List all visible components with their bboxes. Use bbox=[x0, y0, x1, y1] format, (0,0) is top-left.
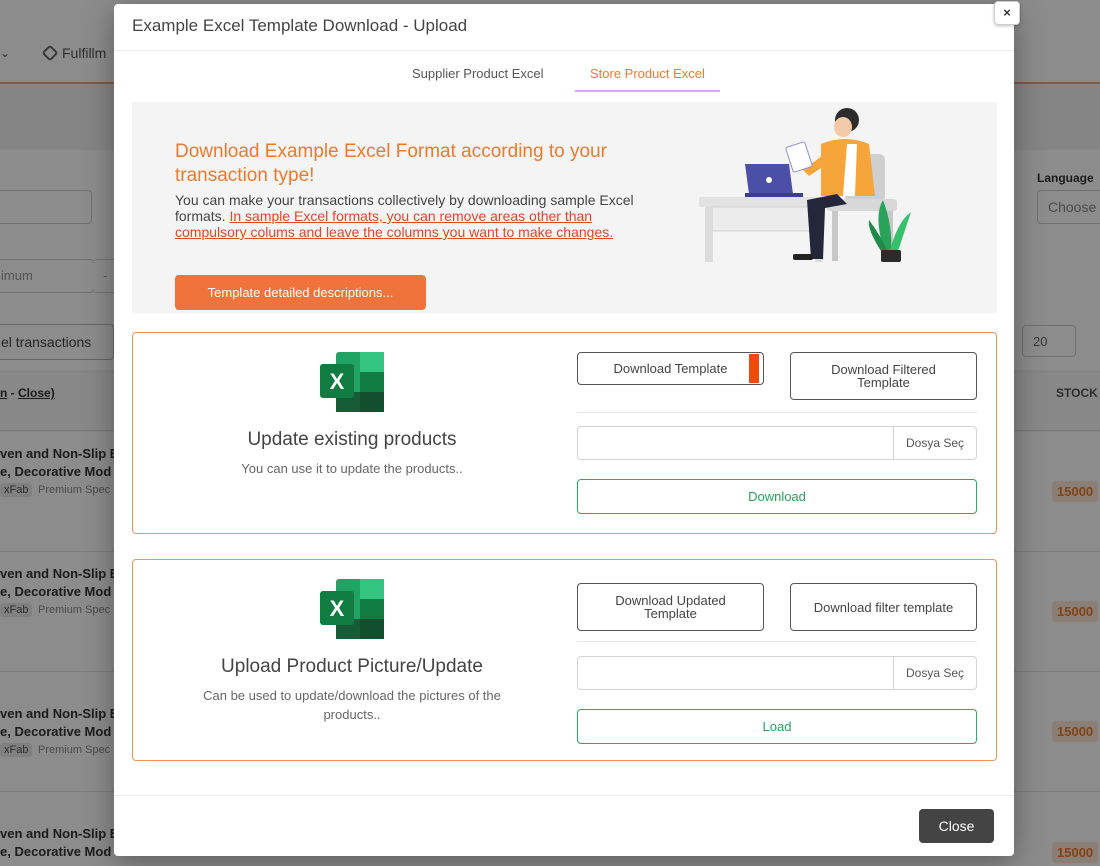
woman-at-desk-illustration bbox=[699, 108, 911, 262]
svg-text:X: X bbox=[330, 369, 345, 394]
banner-description: You can make your transactions collectiv… bbox=[175, 192, 635, 240]
divider bbox=[577, 641, 977, 642]
tab-bar: Supplier Product Excel Store Product Exc… bbox=[114, 64, 1014, 94]
info-banner: Download Example Excel Format according … bbox=[132, 102, 997, 313]
template-descriptions-button[interactable]: Template detailed descriptions... bbox=[175, 275, 426, 310]
load-button[interactable]: Load bbox=[577, 709, 977, 744]
divider bbox=[114, 795, 1014, 796]
file-input[interactable]: Dosya Seç bbox=[577, 656, 977, 690]
card-title: Update existing products bbox=[247, 429, 457, 450]
close-icon[interactable]: × bbox=[994, 1, 1020, 25]
card-subtitle: You can use it to update the products.. bbox=[241, 461, 463, 476]
download-filter-template-button[interactable]: Download filter template bbox=[790, 583, 977, 631]
choose-file-button[interactable]: Dosya Seç bbox=[893, 427, 976, 459]
file-input[interactable]: Dosya Seç bbox=[577, 426, 977, 460]
divider bbox=[114, 50, 1014, 51]
divider bbox=[577, 412, 977, 413]
modal-title: Example Excel Template Download - Upload bbox=[132, 16, 468, 35]
excel-icon: X bbox=[320, 579, 384, 639]
banner-warning-text: In sample Excel formats, you can remove … bbox=[175, 208, 614, 240]
update-products-card: X Update existing products You can use i… bbox=[132, 332, 997, 534]
tab-store-product-excel[interactable]: Store Product Excel bbox=[575, 64, 720, 92]
download-button[interactable]: Download bbox=[577, 479, 977, 514]
card-subtitle: Can be used to update/download the pictu… bbox=[203, 688, 501, 722]
banner-title: Download Example Excel Format according … bbox=[175, 141, 607, 186]
close-button[interactable]: Close bbox=[919, 809, 994, 843]
excel-template-modal: Example Excel Template Download - Upload… bbox=[114, 1, 1020, 856]
excel-icon: X bbox=[320, 352, 384, 412]
button-label: Download Template bbox=[613, 361, 728, 376]
highlight-marker bbox=[749, 354, 759, 383]
upload-pictures-card: X Upload Product Picture/Update Can be u… bbox=[132, 559, 997, 761]
svg-text:X: X bbox=[330, 596, 345, 621]
tab-supplier-product-excel[interactable]: Supplier Product Excel bbox=[397, 64, 559, 90]
download-filtered-template-button[interactable]: Download Filtered Template bbox=[790, 352, 977, 400]
download-template-button[interactable]: Download Template bbox=[577, 352, 764, 385]
card-title: Upload Product Picture/Update bbox=[221, 656, 483, 677]
download-updated-template-button[interactable]: Download Updated Template bbox=[577, 583, 764, 631]
choose-file-button[interactable]: Dosya Seç bbox=[893, 657, 976, 689]
